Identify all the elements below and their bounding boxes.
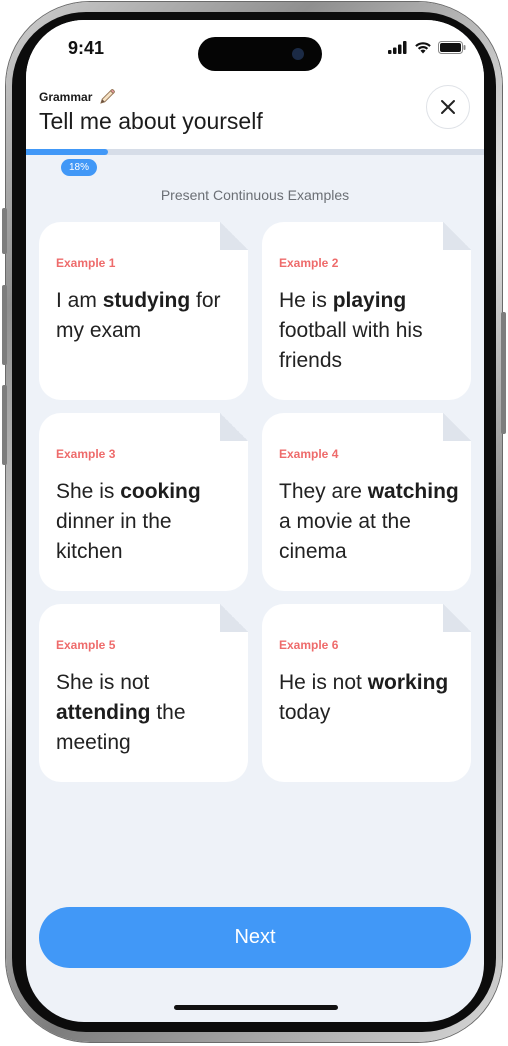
- example-card-5: Example 5 She is not attending the meeti…: [39, 604, 248, 782]
- example-sentence: She is not attending the meeting: [56, 671, 186, 754]
- example-sentence: They are watching a movie at the cinema: [279, 480, 459, 563]
- example-sentence: She is cooking dinner in the kitchen: [56, 480, 201, 563]
- highlighted-verb: studying: [102, 289, 191, 312]
- example-label: Example 4: [279, 447, 339, 461]
- example-label: Example 1: [56, 256, 116, 270]
- status-time: 9:41: [68, 38, 105, 58]
- wifi-icon: [415, 42, 431, 54]
- example-card-2: Example 2 He is playing football with hi…: [262, 222, 471, 400]
- header: 9:41 Grammar Tell me about yourself: [26, 20, 484, 150]
- highlighted-verb: attending: [56, 701, 151, 724]
- card-fold: [443, 222, 471, 250]
- highlighted-verb: working: [367, 671, 449, 694]
- card-fold: [220, 222, 248, 250]
- example-card-4: Example 4 They are watching a movie at t…: [262, 413, 471, 591]
- status-icons: [388, 41, 466, 54]
- progress-bar: [26, 149, 484, 155]
- example-card-3: Example 3 She is cooking dinner in the k…: [39, 413, 248, 591]
- category-label: Grammar: [39, 88, 116, 106]
- dynamic-island: [198, 37, 322, 71]
- example-label: Example 6: [279, 638, 339, 652]
- close-button[interactable]: [426, 85, 470, 129]
- close-icon: [441, 100, 455, 114]
- example-card-6: Example 6 He is not working today: [262, 604, 471, 782]
- card-fold: [220, 413, 248, 441]
- next-button[interactable]: Next: [39, 907, 471, 968]
- progress-fill: [26, 149, 109, 155]
- volume-up-button: [2, 285, 7, 365]
- example-sentence: He is not working today: [279, 671, 449, 724]
- battery-icon: [438, 41, 466, 54]
- card-fold: [443, 413, 471, 441]
- power-button: [501, 312, 506, 434]
- card-fold: [220, 604, 248, 632]
- page-title: Tell me about yourself: [39, 108, 263, 134]
- example-label: Example 5: [56, 638, 116, 652]
- category-text: Grammar: [39, 90, 93, 104]
- action-button: [2, 208, 7, 254]
- highlighted-verb: playing: [332, 289, 407, 312]
- volume-down-button: [2, 385, 7, 465]
- example-sentence: He is playing football with his friends: [279, 289, 423, 372]
- example-label: Example 2: [279, 256, 339, 270]
- highlighted-verb: watching: [367, 480, 459, 503]
- highlighted-verb: cooking: [120, 480, 201, 503]
- example-card-1: Example 1 I am studying for my exam: [39, 222, 248, 400]
- camera-icon: [292, 48, 304, 60]
- home-indicator[interactable]: [174, 1005, 338, 1010]
- app-screen: 9:41 Grammar Tell me about yourself 18% …: [26, 20, 484, 1022]
- progress-badge: 18%: [61, 159, 97, 176]
- section-heading: Present Continuous Examples: [160, 187, 350, 203]
- signal-icon: [388, 41, 407, 54]
- card-fold: [443, 604, 471, 632]
- pencil-icon: [100, 89, 116, 104]
- example-label: Example 3: [56, 447, 116, 461]
- example-sentence: I am studying for my exam: [56, 289, 221, 342]
